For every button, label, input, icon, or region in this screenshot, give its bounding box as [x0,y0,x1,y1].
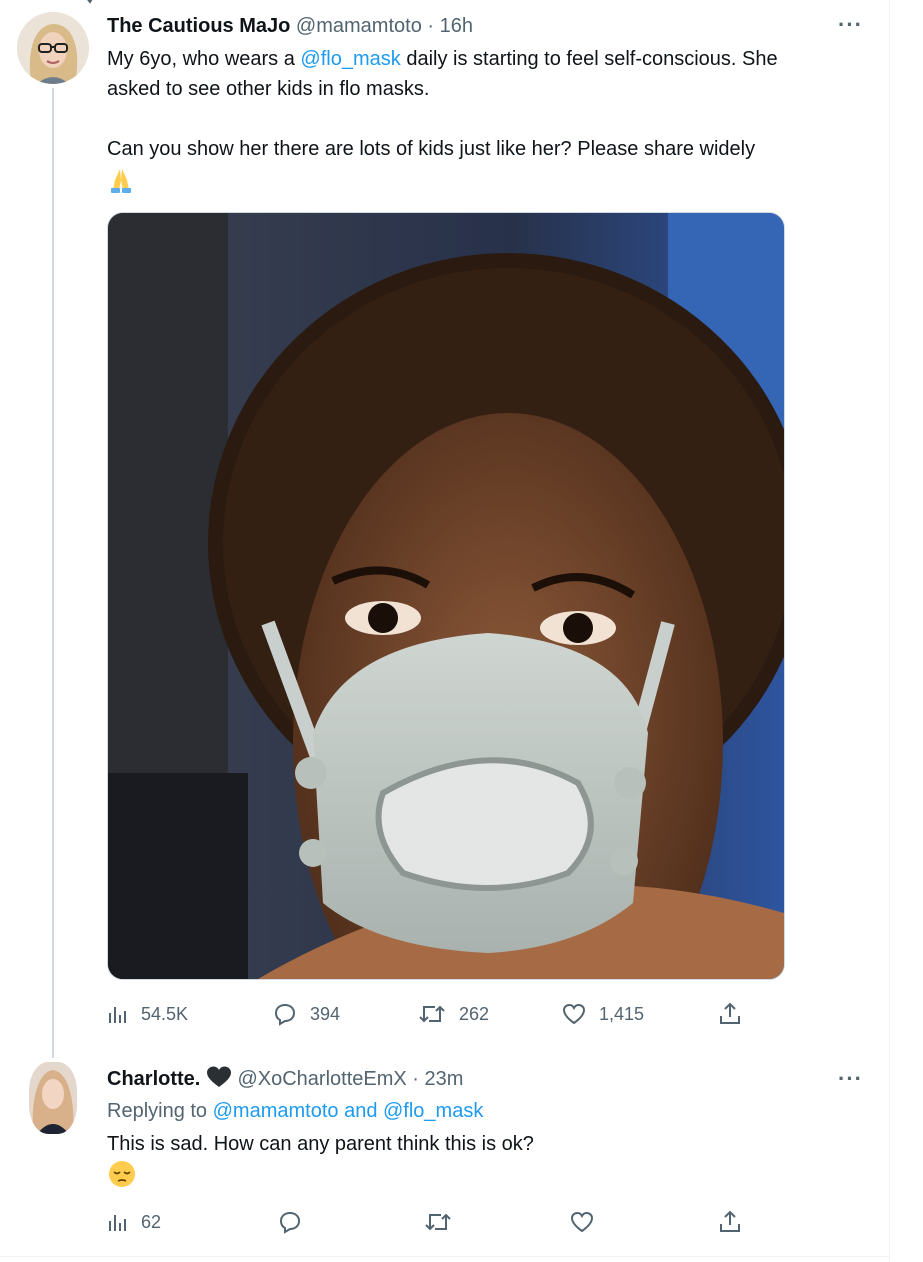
views-button[interactable]: 54.5K [107,1000,188,1028]
reply-reply-button[interactable] [277,1208,303,1236]
reply-share-button[interactable] [717,1208,743,1236]
author-avatar[interactable] [17,12,89,84]
replying-to-line: Replying to @mamamtoto and @flo_mask [107,1099,483,1123]
like-button[interactable]: 1,415 [561,1000,644,1028]
truncated-header-fragment [87,0,93,4]
header-separator: · [427,15,435,37]
reply-author-avatar[interactable] [29,1062,77,1134]
author-name[interactable]: The Cautious MaJo [107,15,290,37]
replying-to-users[interactable]: @mamamtoto and @flo_mask [213,1100,484,1122]
reply-views-count: 62 [141,1211,162,1232]
reply-more-icon[interactable]: ··· [838,1068,863,1090]
black-heart-emoji [206,1066,231,1087]
speech-bubble-icon [279,1211,301,1234]
reply-button[interactable]: 394 [272,1000,340,1028]
reply-text: This is sad. How can any parent think th… [107,1133,534,1155]
tweet-text-line-2: asked to see other kids in flo masks. [107,78,430,100]
folded-hands-emoji [111,169,131,193]
reply-author-handle[interactable]: @XoCharlotteEmX [237,1068,406,1090]
like-count: 1,415 [599,1003,645,1024]
retweet-count: 262 [459,1003,490,1024]
speech-bubble-icon [274,1003,296,1026]
retweet-icon [425,1213,451,1231]
author-avatar-image [17,12,89,84]
reply-author-name[interactable]: Charlotte. [107,1068,200,1090]
share-button[interactable] [717,1000,743,1028]
tweet-actions-bar: 54.5K 394 262 1,415 [107,1000,787,1028]
author-handle[interactable]: @mamamtoto [296,15,422,37]
tweet-timestamp[interactable]: 16h [440,15,473,37]
replying-to-prefix: Replying to [107,1100,213,1122]
child-wearing-mask-photo [108,213,784,979]
share-icon [720,1210,740,1232]
reply-header: Charlotte. @XoCharlotteEmX · 23m [107,1066,463,1091]
heart-icon [562,1003,586,1025]
bar-chart-icon [109,1007,126,1023]
reply-header-separator: · [412,1068,419,1090]
thread-line [52,88,54,1058]
views-count: 54.5K [141,1003,189,1024]
reply-actions-bar: 62 [107,1208,787,1236]
tweet-text-line-3: Can you show her there are lots of kids … [107,138,756,160]
tweet-text-line-1: My 6yo, who wears a @flo_mask daily is s… [107,48,778,70]
share-icon [720,1002,740,1024]
reply-views-button[interactable]: 62 [107,1208,161,1236]
mention-link[interactable]: @flo_mask [300,48,400,70]
more-icon[interactable]: ··· [838,14,863,36]
reply-retweet-button[interactable] [423,1208,453,1236]
reply-like-button[interactable] [569,1208,595,1236]
tweet-header: The Cautious MaJo @mamamtoto · 16h [107,14,473,38]
retweet-icon [419,1005,445,1023]
reply-bottom-divider [0,1256,889,1257]
reply-author-avatar-image [29,1062,77,1134]
retweet-button[interactable]: 262 [417,1000,489,1028]
bar-chart-icon [109,1215,126,1231]
reply-timestamp[interactable]: 23m [425,1068,464,1090]
heart-icon [570,1211,594,1233]
page-right-border [889,0,890,1262]
pensive-face-emoji [109,1161,135,1187]
tweet-media-photo[interactable] [107,212,785,980]
tweet-text: My 6yo, who wears a @flo_mask daily is s… [107,44,877,164]
reply-count: 394 [310,1003,341,1024]
